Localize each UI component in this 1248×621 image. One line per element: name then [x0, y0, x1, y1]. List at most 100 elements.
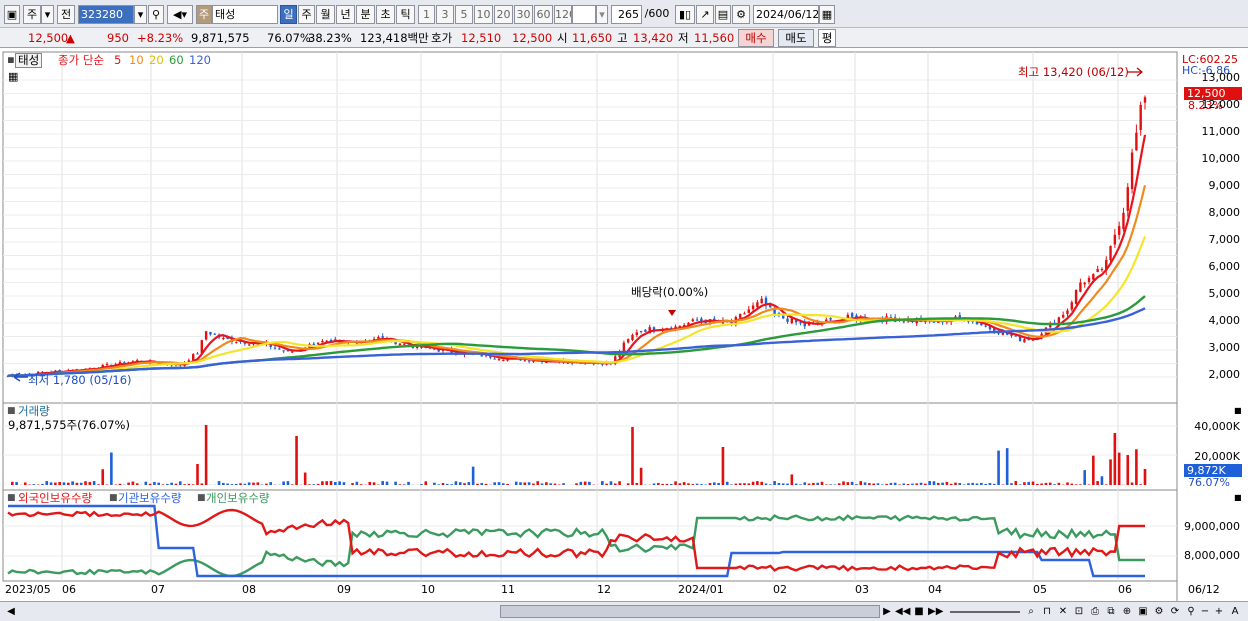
volume-bar: [790, 474, 794, 485]
week-toggle[interactable]: 주: [23, 5, 41, 24]
buy-button[interactable]: 매수: [738, 29, 774, 47]
sound-icon[interactable]: ◀▾: [167, 5, 193, 24]
scroll-thumb[interactable]: [500, 605, 880, 618]
volume-bar: [454, 481, 458, 485]
volume-bar: [191, 484, 195, 485]
volume-bar: [738, 483, 742, 485]
minute-60[interactable]: 60: [534, 5, 553, 24]
volume-bar: [1079, 484, 1082, 485]
calculator-icon[interactable]: ▦: [8, 70, 18, 83]
volume-bar: [635, 482, 639, 485]
scroll-right-icon[interactable]: ▶: [880, 605, 894, 619]
stock-code-input[interactable]: 323280: [78, 5, 134, 24]
cross-icon[interactable]: ✕: [1056, 605, 1070, 619]
volume-bar: [1135, 449, 1138, 485]
minute-20[interactable]: 20: [494, 5, 513, 24]
panel-close-icon[interactable]: ■: [1234, 404, 1242, 417]
settings-icon[interactable]: ⚙: [1152, 605, 1166, 619]
stock-tab[interactable]: 태성: [15, 53, 43, 68]
volume-bar: [62, 482, 66, 485]
quote-bar: 12,500 ▲ 950 +8.23% 9,871,575 76.07% 38.…: [0, 28, 1248, 48]
crosshair-icon[interactable]: ⊕: [1120, 605, 1134, 619]
gear-icon[interactable]: ⚙: [732, 5, 750, 24]
volume-bar: [971, 482, 975, 485]
period-month[interactable]: 월: [316, 5, 335, 24]
date-input[interactable]: 2024/06/12: [753, 5, 819, 24]
candle-icon[interactable]: ▮▯: [675, 5, 695, 24]
scroll-bar[interactable]: ◀ ▶ ◀◀ ■ ▶▶ ⌕ ⊓ ✕ ⊡ ⎙ ⧉ ⊕ ▣ ⚙ ⟳ ⚲ − + A: [0, 601, 1248, 621]
candle-body: [1083, 282, 1086, 285]
avg-button[interactable]: 평: [818, 29, 836, 47]
sell-button[interactable]: 매도: [778, 29, 814, 47]
search-icon[interactable]: ⚲: [1184, 605, 1198, 619]
candle-body: [1117, 226, 1121, 235]
volume-bar: [144, 481, 148, 485]
volume-bar: [1048, 482, 1052, 485]
minute-1[interactable]: 1: [418, 5, 435, 24]
minute-3[interactable]: 3: [436, 5, 454, 24]
time-tick: 03: [855, 583, 869, 596]
candle-body: [1018, 336, 1022, 342]
volume-bar: [32, 484, 36, 485]
zoom-in-icon[interactable]: +: [1212, 605, 1226, 619]
minute-5[interactable]: 5: [455, 5, 473, 24]
period-day[interactable]: 일: [280, 5, 297, 24]
ma20-line: [7, 235, 1147, 377]
print-icon[interactable]: ⎙: [1088, 605, 1102, 619]
prev-button[interactable]: 전: [57, 5, 75, 24]
legend-ma120: 120: [189, 53, 211, 67]
chevron-down-icon[interactable]: ▾: [134, 5, 147, 24]
volume-bar: [997, 450, 1000, 485]
volume-bar: [812, 482, 815, 485]
zoom-slider[interactable]: [950, 611, 1020, 613]
volume-bar: [911, 483, 914, 485]
toolbar: ▣ 주 ▾ 전 323280 ▾ ⚲ ◀▾ 주 태성 일 주 월 년 분 초 틱…: [0, 0, 1248, 28]
period-minute[interactable]: 분: [356, 5, 375, 24]
tool-icon[interactable]: ↗: [696, 5, 714, 24]
volume-panel-frame: [2, 402, 1178, 491]
stop-icon[interactable]: ■: [912, 605, 926, 619]
candle-body: [247, 344, 251, 346]
volume-bar: [540, 483, 544, 485]
play-icon[interactable]: ▶▶: [928, 605, 943, 619]
rewind-icon[interactable]: ◀◀: [895, 605, 910, 619]
period-second[interactable]: 초: [376, 5, 395, 24]
period-week[interactable]: 주: [298, 5, 315, 24]
panel-close-icon[interactable]: ■: [1234, 491, 1242, 504]
zoom-out-icon[interactable]: −: [1198, 605, 1212, 619]
chevron-down-icon[interactable]: ▾: [596, 5, 608, 24]
volume-bar: [553, 483, 557, 485]
search-icon[interactable]: ⚲: [148, 5, 164, 24]
ma10-line: [7, 185, 1147, 377]
window-menu-icon[interactable]: ▣: [4, 5, 20, 24]
calendar-icon[interactable]: ▦: [819, 5, 835, 24]
volume-bar: [75, 482, 79, 485]
volume-bar: [334, 482, 337, 485]
minute-120[interactable]: 120: [554, 5, 572, 24]
volume-bar: [941, 482, 944, 485]
image-icon[interactable]: ▣: [1136, 605, 1150, 619]
save-icon[interactable]: ▤: [715, 5, 731, 24]
volume-bar: [303, 472, 307, 485]
period-tick[interactable]: 틱: [396, 5, 415, 24]
zoom-tool-icon[interactable]: ⌕: [1024, 605, 1038, 619]
candle-body: [282, 350, 285, 352]
chevron-down-icon[interactable]: ▾: [41, 5, 54, 24]
magnet-icon[interactable]: ⊓: [1040, 605, 1054, 619]
layout-icon[interactable]: ⊡: [1072, 605, 1086, 619]
copy-icon[interactable]: ⧉: [1104, 605, 1118, 619]
period-year[interactable]: 년: [336, 5, 355, 24]
refresh-icon[interactable]: ⟳: [1168, 605, 1182, 619]
candle-body: [626, 339, 630, 343]
stock-name-field[interactable]: 태성: [212, 5, 278, 24]
minute-30[interactable]: 30: [514, 5, 533, 24]
scroll-left-icon[interactable]: ◀: [4, 605, 18, 619]
volume-bar: [480, 483, 484, 485]
custom-period-input[interactable]: [572, 5, 596, 24]
volume-bar: [575, 483, 578, 485]
volume-bar: [441, 483, 445, 485]
minute-10[interactable]: 10: [474, 5, 493, 24]
volume-bar: [618, 481, 621, 485]
font-size-icon[interactable]: A: [1228, 605, 1242, 619]
count-input[interactable]: 265: [611, 5, 642, 24]
